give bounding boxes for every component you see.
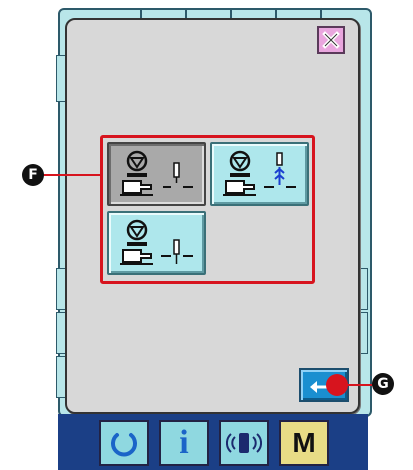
mode-button[interactable]: M (279, 420, 329, 466)
callout-f-badge: F (22, 164, 44, 186)
callout-g-badge: G (372, 373, 394, 395)
option-needle-thread-pull[interactable] (210, 142, 309, 206)
reset-button[interactable] (99, 420, 149, 466)
close-x-icon (322, 31, 340, 49)
option-needle-stop-down[interactable] (107, 211, 206, 275)
callout-g-marker (326, 374, 348, 396)
communication-button[interactable] (219, 420, 269, 466)
needle-stop-down-icon (119, 219, 193, 265)
needle-stop-up-icon (119, 150, 193, 196)
info-button[interactable]: i (159, 420, 209, 466)
needle-thread-pull-icon (222, 150, 296, 196)
communication-icon (226, 433, 262, 453)
mode-m-label: M (292, 427, 316, 458)
option-needle-stop-up[interactable] (107, 142, 206, 206)
info-icon: i (179, 424, 189, 461)
close-button[interactable] (317, 26, 345, 54)
reset-circle-icon (111, 433, 137, 457)
callout-f-line (40, 174, 102, 176)
